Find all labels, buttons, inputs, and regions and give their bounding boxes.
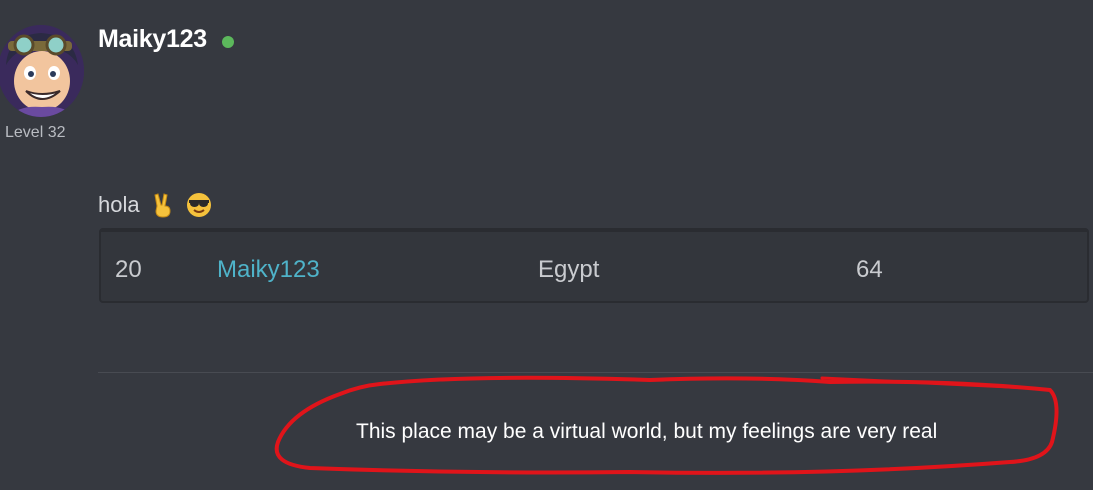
score-cell: 64: [856, 256, 883, 283]
country-cell: Egypt: [538, 256, 600, 283]
signature-area: This place may be a virtual world, but m…: [270, 372, 1065, 482]
user-level: Level 32: [5, 124, 66, 141]
player-name-link[interactable]: Maiky123: [217, 256, 320, 284]
sunglasses-face-emoji-icon: [186, 192, 212, 218]
victory-hand-emoji-icon: [150, 192, 176, 218]
embedded-leaderboard-table: 20 Maiky123 Egypt 64: [99, 228, 1089, 303]
user-avatar[interactable]: [0, 25, 84, 117]
post-text: hola: [98, 192, 140, 217]
post-message: hola: [98, 192, 212, 218]
username-link[interactable]: Maiky123: [98, 25, 207, 54]
forum-post: Level 32 Maiky123 hola 20 Maiky123 Egypt…: [0, 0, 1093, 490]
rank-cell: 20: [115, 256, 142, 283]
signature-text: This place may be a virtual world, but m…: [356, 420, 938, 443]
anime-boy-avatar-icon: [0, 25, 84, 117]
online-status-icon: [222, 36, 234, 48]
